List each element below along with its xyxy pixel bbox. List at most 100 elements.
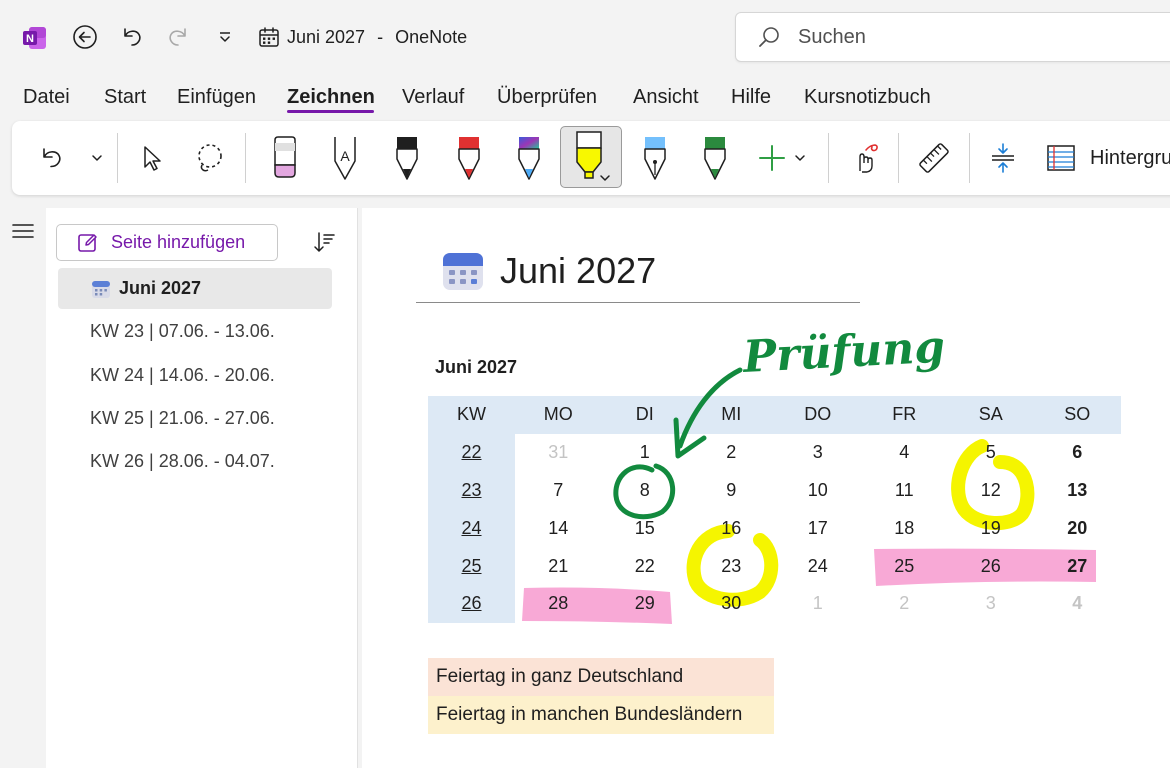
quick-access-customize-button[interactable] [210,22,240,52]
menu-hilfe[interactable]: Hilfe [731,86,771,109]
document-name: Juni 2027 [287,26,366,47]
background-button-icon[interactable] [1044,121,1078,195]
pen-black-button[interactable] [388,121,426,195]
week-number-cell[interactable]: 26 [428,584,515,623]
pen-icon [518,137,540,180]
week-number-cell[interactable]: 23 [428,471,515,510]
background-button-label[interactable]: Hintergru [1090,147,1170,170]
calendar-week-row: 23 7 8 9 10 11 12 13 [428,471,1121,510]
week-number-cell[interactable]: 22 [428,433,515,472]
page-background-icon [1047,145,1075,171]
week-number-cell[interactable]: 25 [428,547,515,585]
chevron-down-icon [92,155,102,161]
menu-einfuegen[interactable]: Einfügen [177,86,256,109]
header-so: SO [1034,396,1121,434]
pen-icon: A [334,137,356,180]
week-number-link[interactable]: 25 [461,556,481,576]
calendar-week-row: 25 21 22 23 24 25 26 27 [428,547,1121,585]
header-mo: MO [515,396,602,434]
day-cell: 1 [812,593,823,614]
app-name: OneNote [395,26,468,47]
header-sa: SA [947,396,1034,434]
header-kw: KW [428,396,515,434]
page-title[interactable]: Juni 2027 [500,250,656,292]
day-cell: 11 [894,479,914,500]
sort-pages-button[interactable] [312,230,336,259]
fountain-pen-blue-button[interactable] [636,121,674,195]
page-item-kw-24[interactable]: KW 24 | 14.06. - 20.06. [58,355,332,396]
legend-national-holiday: Feiertag in ganz Deutschland [428,658,774,696]
day-cell: 3 [985,593,996,614]
day-cell: 4 [899,442,910,463]
week-number-link[interactable]: 23 [461,480,481,500]
add-pen-button[interactable] [756,121,788,195]
ribbon-separator [969,133,970,183]
page-item-juni-2027[interactable]: Juni 2027 [58,268,332,309]
menu-verlauf[interactable]: Verlauf [402,86,464,109]
page-title-area[interactable]: Juni 2027 [442,250,656,292]
day-cell: 19 [980,517,1001,538]
pen-galaxy-button[interactable] [510,121,548,195]
menu-kursnotizbuch[interactable]: Kursnotizbuch [804,86,931,109]
pen-icon [458,137,480,180]
week-number-link[interactable]: 22 [461,442,481,462]
page-item-kw-26[interactable]: KW 26 | 28.06. - 04.07. [58,441,332,482]
pen-green-button[interactable] [696,121,734,195]
week-number-link[interactable]: 26 [461,593,481,613]
pen-icon [396,137,418,180]
day-cell: 10 [807,479,828,500]
page-item-kw-25[interactable]: KW 25 | 21.06. - 27.06. [58,398,332,439]
header-di: DI [601,396,688,434]
back-button[interactable] [70,22,100,52]
day-cell: 28 [548,593,569,614]
menu-ueberpruefen[interactable]: Überprüfen [497,86,597,109]
menu-zeichnen[interactable]: Zeichnen [287,86,375,109]
ruler-button[interactable] [914,121,954,195]
highlighter-yellow-button[interactable] [568,121,614,195]
navigation-toggle-button[interactable] [12,222,34,245]
eraser-button[interactable] [266,121,304,195]
calendar-icon [91,279,111,299]
insert-space-button[interactable] [984,121,1022,195]
pen-icon [704,137,726,180]
lasso-select-button[interactable] [190,121,230,195]
ribbon-separator [828,133,829,183]
day-cell: 13 [1067,479,1088,500]
week-number-cell[interactable]: 24 [428,509,515,548]
day-cell: 1 [639,442,650,463]
undo-icon [124,28,141,46]
menu-ansicht[interactable]: Ansicht [633,86,699,109]
add-page-button[interactable]: Seite hinzufügen [56,224,278,261]
pen-red-button[interactable] [450,121,488,195]
day-cell: 14 [548,517,569,538]
ribbon-separator [117,133,118,183]
add-page-label: Seite hinzufügen [111,232,246,252]
undo-button[interactable] [117,22,147,52]
ribbon-undo-dropdown[interactable] [86,121,108,195]
day-cell: 20 [1067,517,1088,538]
select-objects-button[interactable] [134,121,168,195]
day-cell: 26 [980,555,1001,576]
pen-black-outline-button[interactable]: A [326,121,364,195]
menu-start[interactable]: Start [104,86,146,109]
calendar-heading[interactable]: Juni 2027 [435,357,517,378]
day-cell: 16 [721,517,742,538]
compose-icon [77,232,99,254]
header-mi: MI [688,396,775,434]
calendar-header-row: KW MO DI MI DO FR SA SO [428,396,1121,434]
day-cell: 30 [721,593,742,614]
ribbon-undo-button[interactable] [36,121,68,195]
touch-drawing-button[interactable] [846,121,884,195]
ribbon-separator [245,133,246,183]
search-box[interactable]: Suchen [735,12,1170,62]
week-number-link[interactable]: 24 [461,518,481,538]
day-cell: 8 [639,479,650,500]
page-item-kw-23[interactable]: KW 23 | 07.06. - 13.06. [58,311,332,352]
menu-datei[interactable]: Datei [23,86,70,109]
title-separator: - [377,26,384,47]
add-pen-dropdown[interactable] [790,121,810,195]
page-item-label: KW 25 | 21.06. - 27.06. [90,408,275,428]
svg-text:A: A [340,148,350,164]
redo-button[interactable] [163,22,193,52]
day-cell: 27 [1067,555,1088,576]
